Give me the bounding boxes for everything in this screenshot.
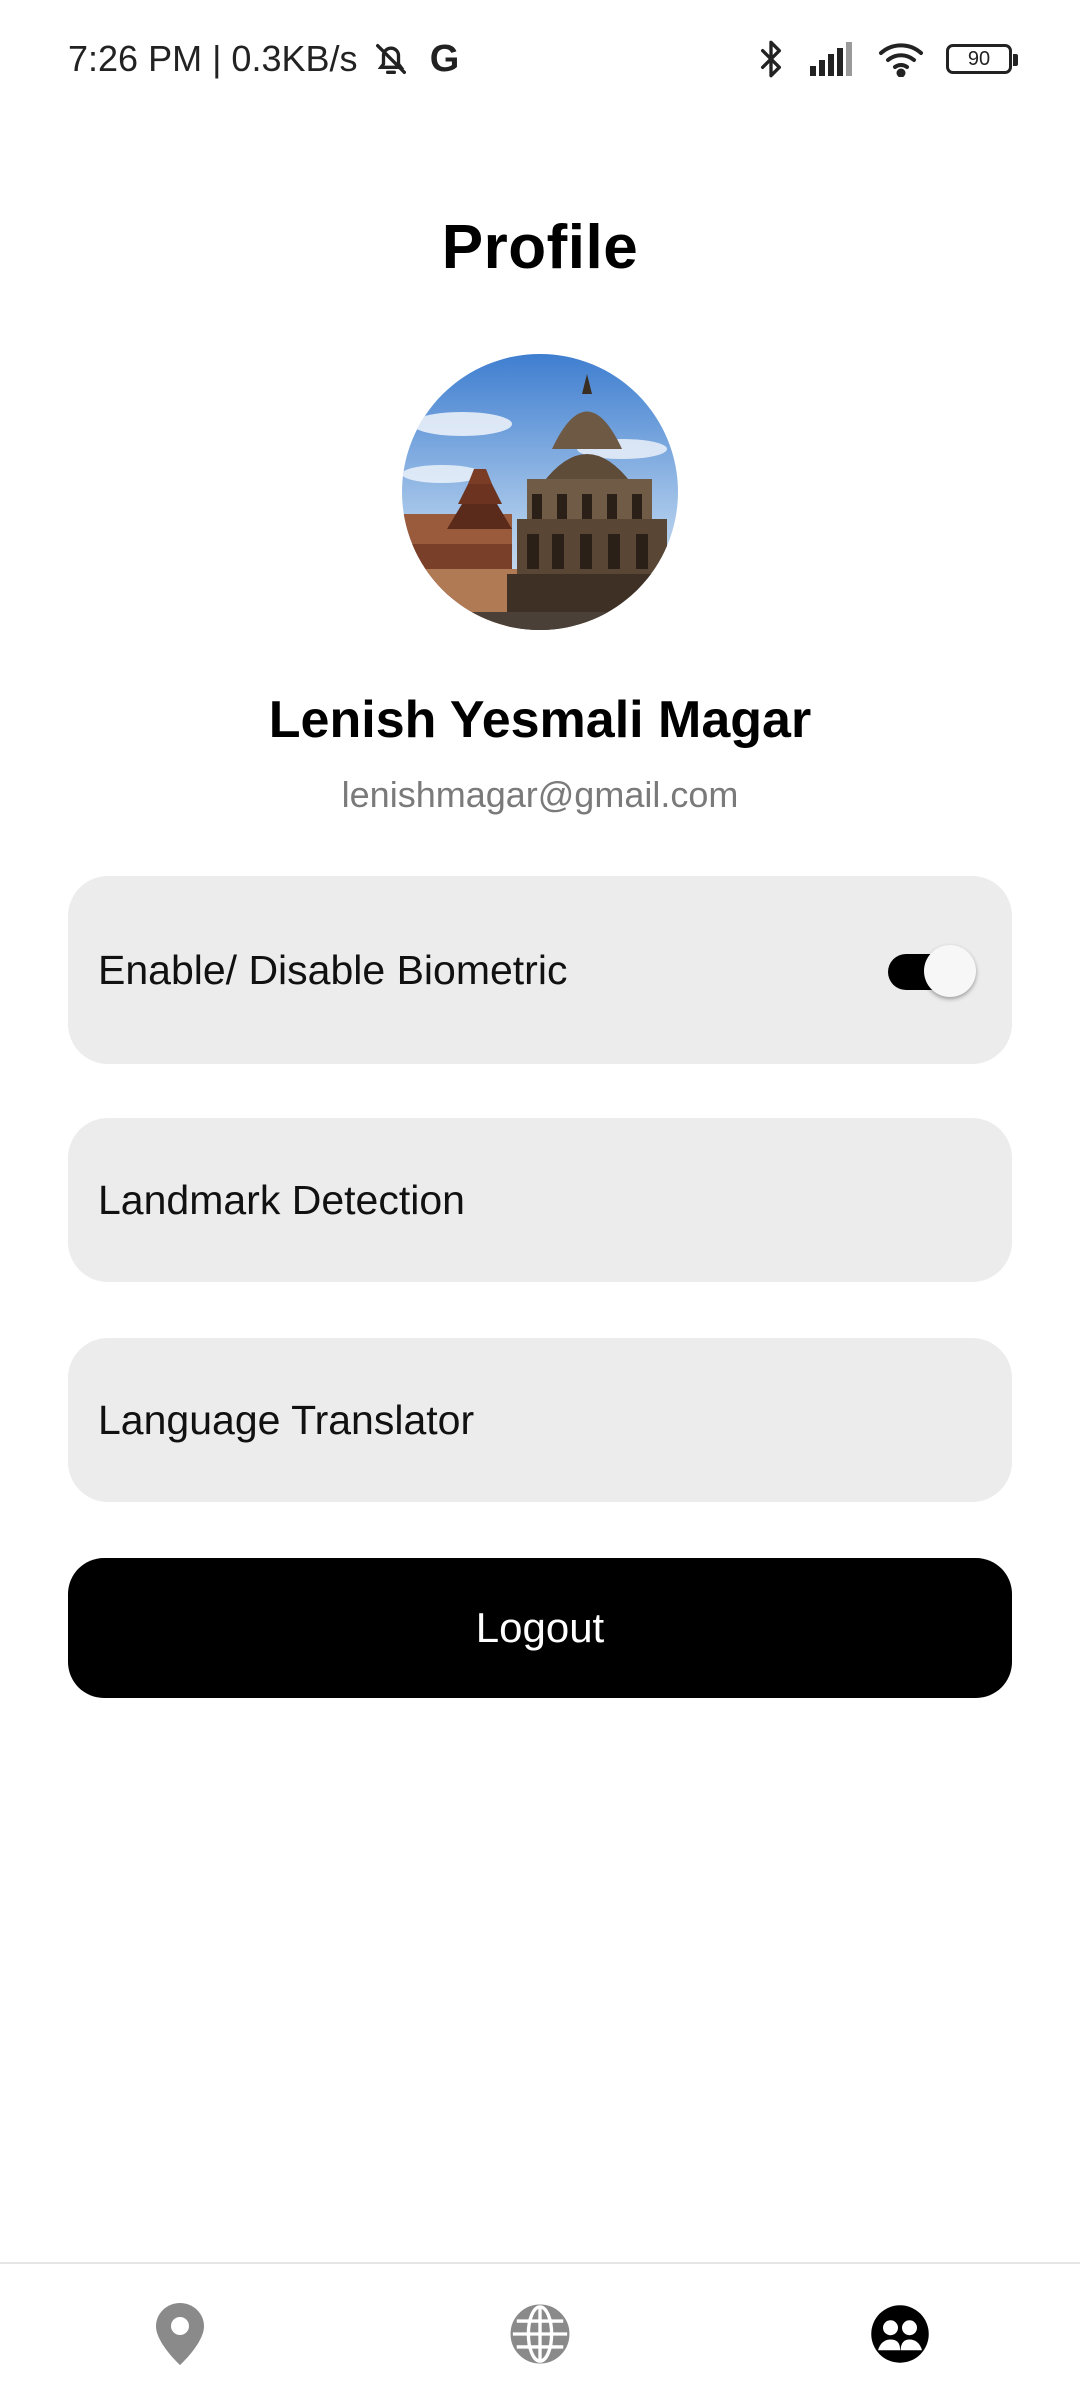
status-bar: 7:26 PM | 0.3KB/s G 90 bbox=[0, 0, 1080, 118]
map-pin-icon bbox=[156, 2303, 204, 2365]
bluetooth-icon bbox=[756, 39, 786, 79]
muted-bell-icon bbox=[370, 38, 412, 80]
signal-icon bbox=[808, 42, 856, 76]
nav-globe-button[interactable] bbox=[490, 2284, 590, 2384]
landmark-detection-button[interactable]: Landmark Detection bbox=[68, 1118, 1012, 1282]
nav-map-button[interactable] bbox=[130, 2284, 230, 2384]
status-time-speed: 7:26 PM | 0.3KB/s bbox=[68, 38, 358, 79]
landmark-detection-label: Landmark Detection bbox=[98, 1176, 465, 1223]
profile-icon bbox=[871, 2305, 929, 2363]
language-translator-button[interactable]: Language Translator bbox=[68, 1338, 1012, 1502]
bottom-navigation bbox=[0, 2262, 1080, 2400]
biometric-label: Enable/ Disable Biometric bbox=[98, 946, 568, 993]
google-icon: G bbox=[429, 37, 460, 80]
profile-screen: 7:26 PM | 0.3KB/s G 90 Profile Lenish Ye… bbox=[0, 0, 1080, 2400]
status-left: 7:26 PM | 0.3KB/s G bbox=[68, 38, 466, 80]
page-title: Profile bbox=[441, 213, 639, 282]
avatar[interactable] bbox=[402, 354, 678, 630]
globe-icon bbox=[510, 2304, 570, 2364]
nav-profile-button[interactable] bbox=[850, 2284, 950, 2384]
battery-indicator: 90 bbox=[946, 44, 1018, 74]
wifi-icon bbox=[878, 41, 924, 77]
logout-button[interactable]: Logout bbox=[68, 1558, 1012, 1698]
biometric-setting-card: Enable/ Disable Biometric bbox=[68, 876, 1012, 1064]
toggle-knob bbox=[924, 945, 976, 997]
language-translator-label: Language Translator bbox=[98, 1396, 475, 1443]
status-right: 90 bbox=[756, 39, 1018, 79]
biometric-toggle[interactable] bbox=[888, 945, 976, 997]
user-name: Lenish Yesmali Magar bbox=[268, 691, 812, 749]
user-email: lenishmagar@gmail.com bbox=[341, 774, 739, 815]
